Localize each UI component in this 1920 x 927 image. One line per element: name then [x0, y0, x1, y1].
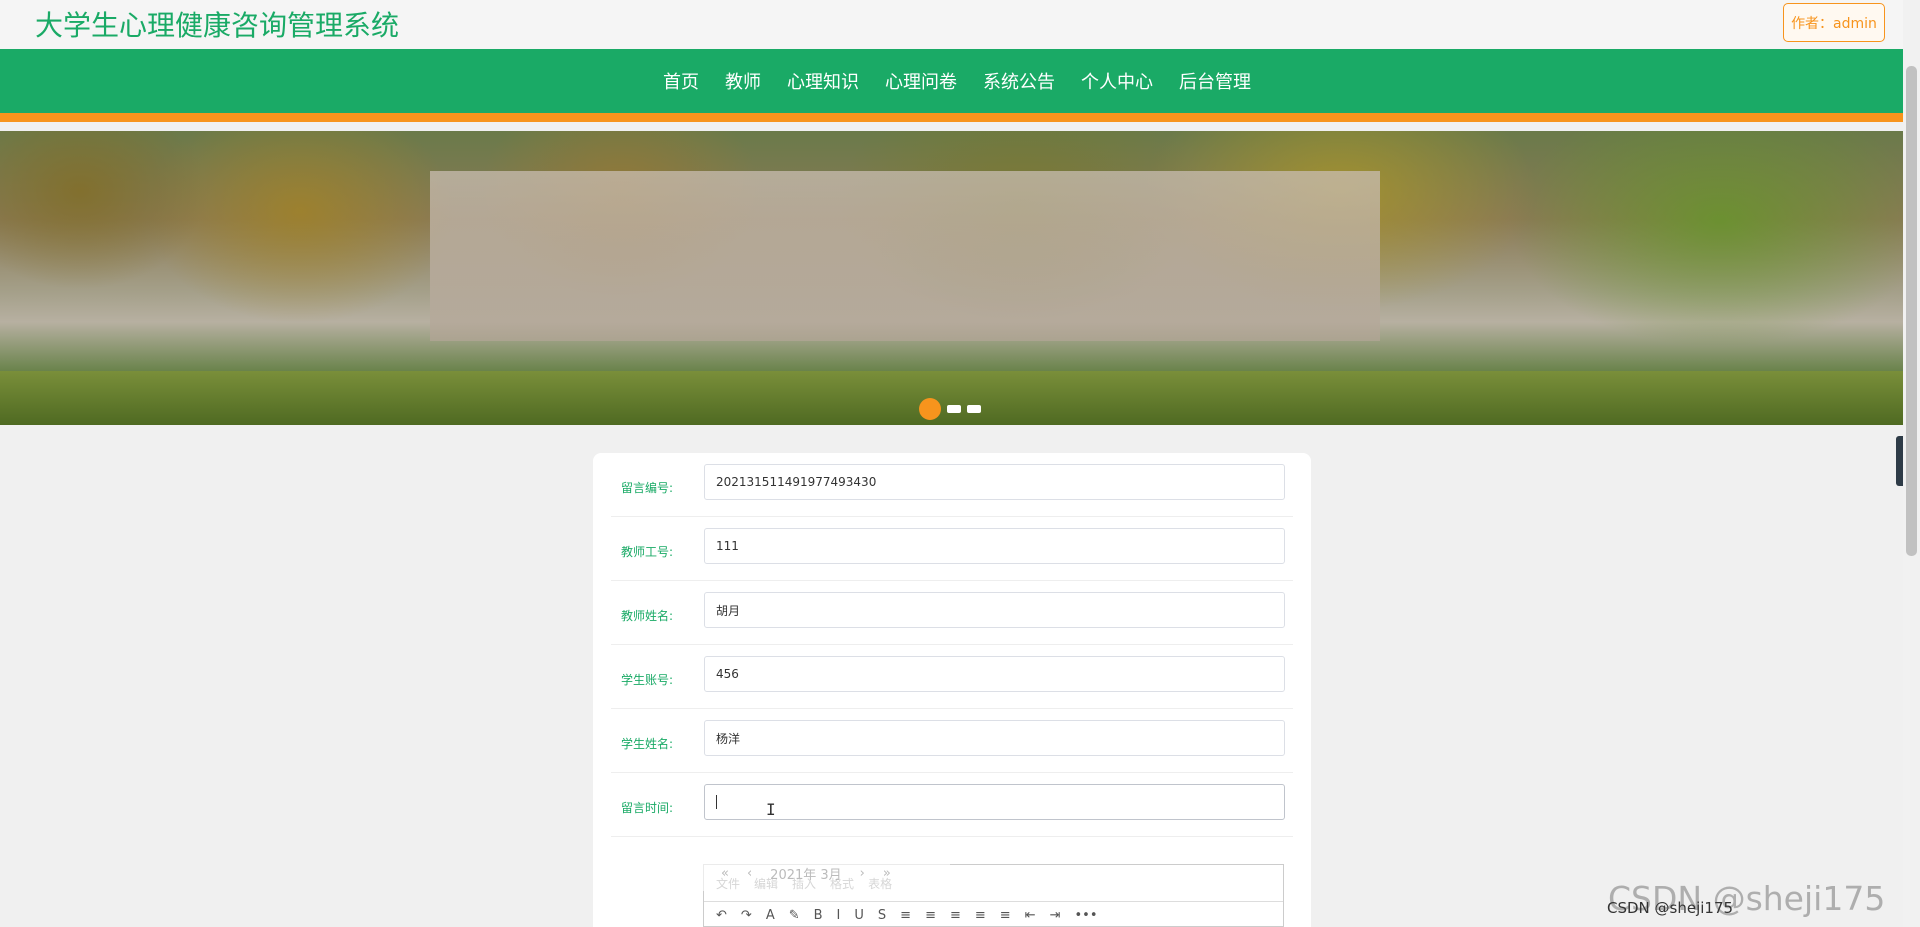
site-title[interactable]: 大学生心理健康咨询管理系统: [35, 4, 399, 44]
form-row-student-name: 学生姓名: 杨洋: [611, 709, 1293, 773]
page-scrollbar[interactable]: [1903, 0, 1920, 927]
carousel-dot-2[interactable]: [947, 405, 961, 413]
align-center-icon[interactable]: ≡: [950, 908, 961, 923]
watermark-small: CSDN @sheji175: [1607, 899, 1734, 917]
carousel-dot-1[interactable]: [919, 398, 941, 420]
text-caret: [716, 795, 717, 809]
font-color-icon[interactable]: A: [766, 908, 775, 923]
banner-building: [430, 171, 1380, 341]
label-student-account: 学生账号:: [621, 673, 674, 687]
carousel-indicators: [919, 398, 981, 420]
nav-item-knowledge[interactable]: 心理知识: [774, 68, 872, 94]
label-message-time: 留言时间:: [621, 801, 674, 815]
prev-year-button[interactable]: «: [721, 866, 729, 881]
undo-icon[interactable]: ↶: [716, 908, 727, 923]
nav-item-survey[interactable]: 心理问卷: [872, 68, 970, 94]
teacher-id-input[interactable]: 111: [704, 528, 1285, 564]
label-teacher-name: 教师姓名:: [621, 609, 674, 623]
more-icon[interactable]: •••: [1075, 908, 1098, 923]
label-message-id: 留言编号:: [621, 481, 674, 495]
align-right-icon[interactable]: ≡: [975, 908, 986, 923]
nav-item-notice[interactable]: 系统公告: [970, 68, 1068, 94]
student-name-input[interactable]: 杨洋: [704, 720, 1285, 756]
form-row-teacher-id: 教师工号: 111: [611, 517, 1293, 581]
next-month-button[interactable]: ›: [860, 866, 865, 881]
message-id-input[interactable]: 202131511491977493430: [704, 464, 1285, 500]
form-row-message-time: 留言时间:: [611, 773, 1293, 837]
nav-item-admin[interactable]: 后台管理: [1166, 68, 1264, 94]
line-spacing-icon[interactable]: ≡: [900, 908, 911, 923]
form-row-message-id: 留言编号: 202131511491977493430: [611, 453, 1293, 517]
prev-month-button[interactable]: ‹: [747, 866, 752, 881]
align-justify-icon[interactable]: ≡: [1000, 908, 1011, 923]
label-student-name: 学生姓名:: [621, 737, 674, 751]
student-account-input[interactable]: 456: [704, 656, 1285, 692]
nav-item-profile[interactable]: 个人中心: [1068, 68, 1166, 94]
underline-icon[interactable]: U: [854, 908, 864, 923]
redo-icon[interactable]: ↷: [741, 908, 752, 923]
date-picker-title: 2021年 3月: [770, 867, 842, 883]
message-time-input[interactable]: [704, 784, 1285, 820]
form-row-student-account: 学生账号: 456: [611, 645, 1293, 709]
strikethrough-icon[interactable]: S: [878, 908, 886, 923]
main-nav: 首页 教师 心理知识 心理问卷 系统公告 个人中心 后台管理: [0, 49, 1903, 122]
indent-icon[interactable]: ⇥: [1050, 908, 1061, 923]
next-year-button[interactable]: »: [883, 866, 891, 881]
message-form: 留言编号: 202131511491977493430 教师工号: 111 教师…: [593, 453, 1311, 927]
date-picker-header: « ‹ 2021年 3月 › »: [703, 855, 950, 891]
topbar: 大学生心理健康咨询管理系统 作者：admin: [0, 0, 1903, 49]
ibeam-cursor-icon: I: [766, 800, 776, 819]
italic-icon[interactable]: I: [837, 908, 841, 923]
nav-item-teacher[interactable]: 教师: [712, 68, 774, 94]
editor-toolbar: ↶ ↷ A ✎ B I U S ≡ ≡ ≡ ≡ ≡ ⇤ ⇥ •••: [704, 901, 1283, 926]
bold-icon[interactable]: B: [814, 908, 823, 923]
scrollbar-thumb[interactable]: [1906, 66, 1917, 556]
outdent-icon[interactable]: ⇤: [1025, 908, 1036, 923]
nav-item-home[interactable]: 首页: [650, 68, 712, 94]
form-row-teacher-name: 教师姓名: 胡月: [611, 581, 1293, 645]
carousel-dot-3[interactable]: [967, 405, 981, 413]
author-badge[interactable]: 作者：admin: [1783, 3, 1885, 42]
align-left-icon[interactable]: ≡: [925, 908, 936, 923]
label-teacher-id: 教师工号:: [621, 545, 674, 559]
teacher-name-input[interactable]: 胡月: [704, 592, 1285, 628]
banner-carousel[interactable]: [0, 131, 1903, 425]
nav-items: 首页 教师 心理知识 心理问卷 系统公告 个人中心 后台管理: [650, 49, 1264, 113]
highlight-icon[interactable]: ✎: [789, 908, 800, 923]
